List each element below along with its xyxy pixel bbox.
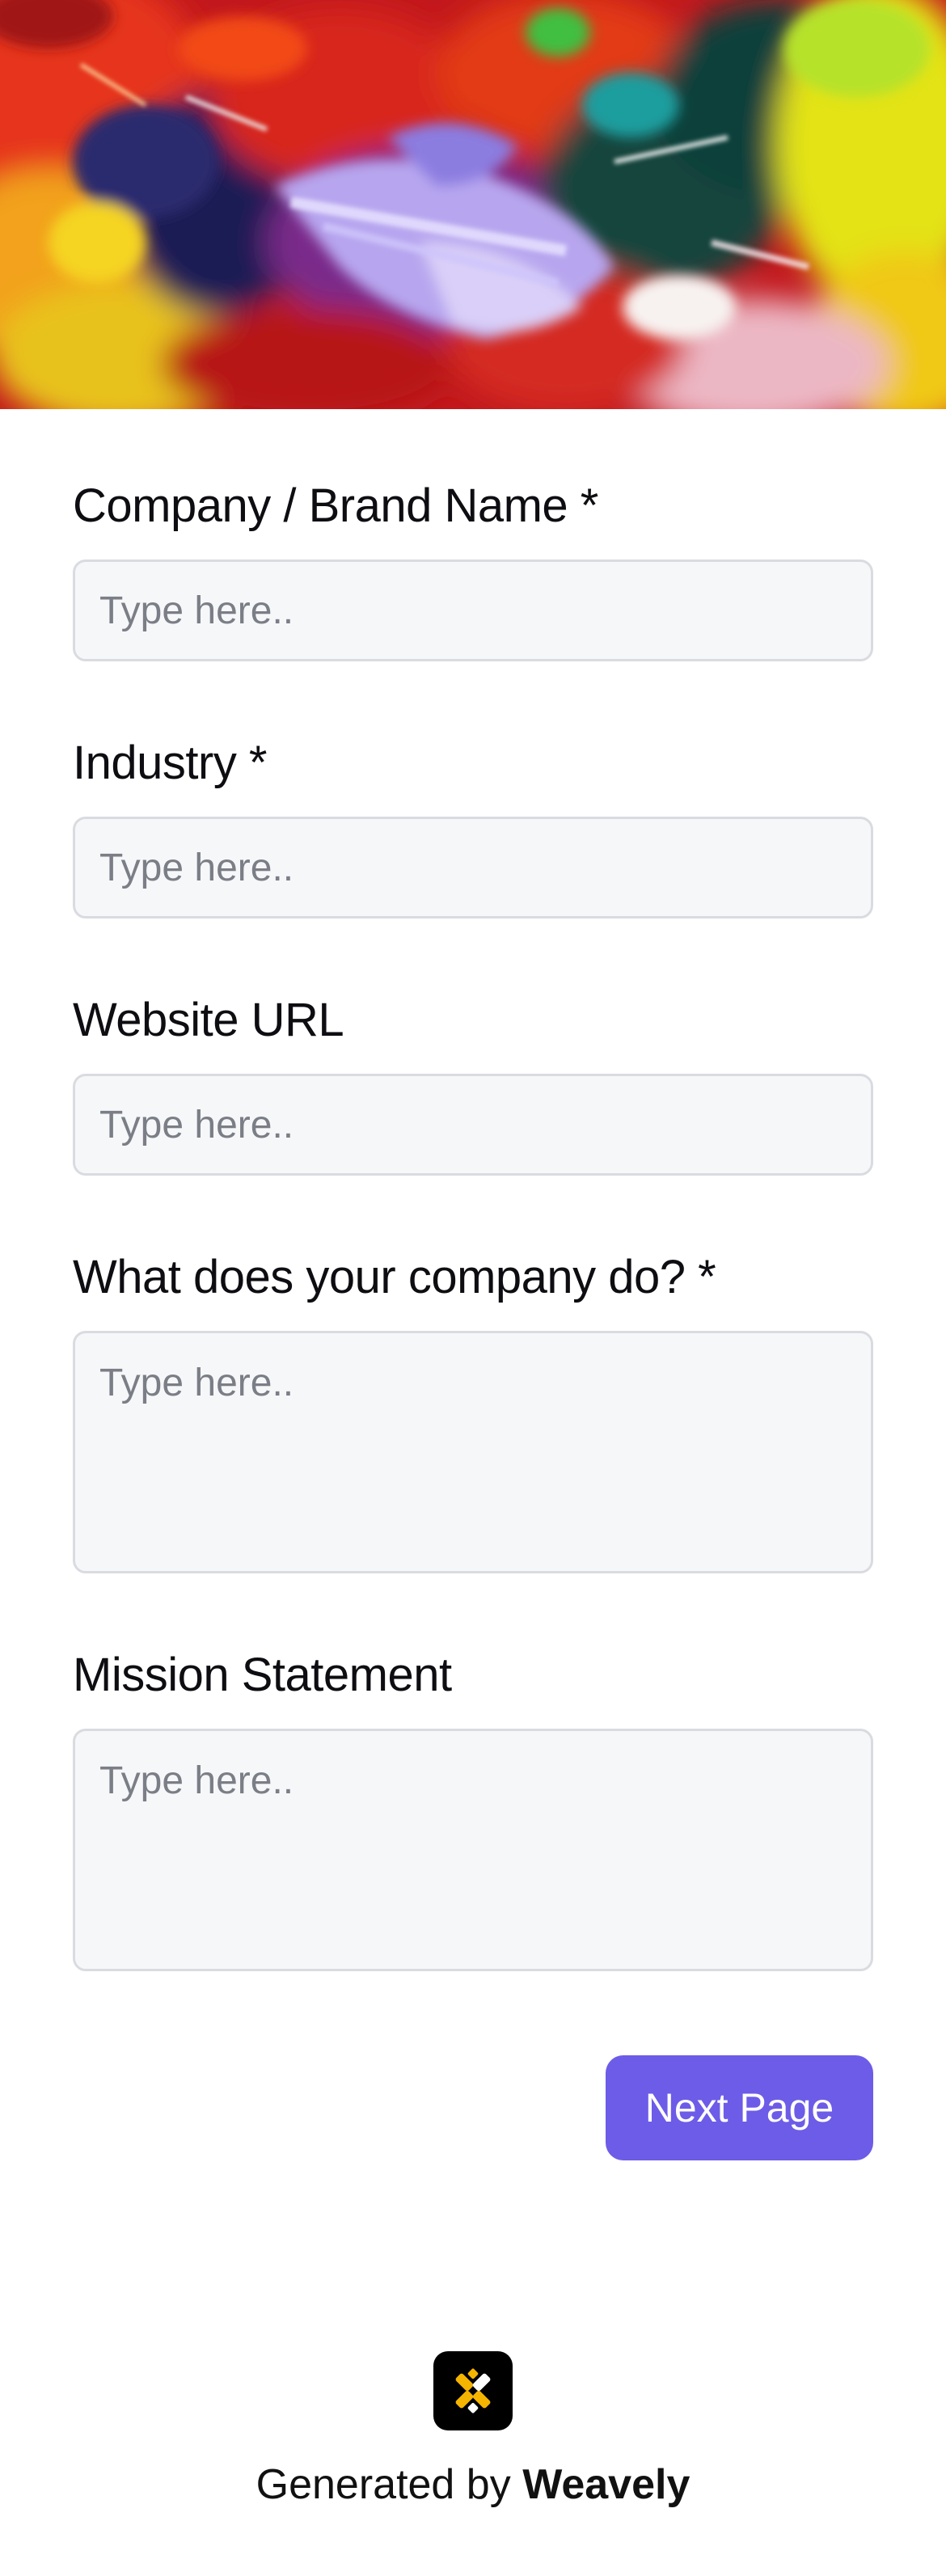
generated-by-text: Generated by Weavely (0, 2459, 946, 2511)
field-mission-statement: Mission Statement (73, 1646, 873, 1971)
generated-by-prefix: Generated by (256, 2461, 511, 2508)
paint-palette-artwork (0, 0, 946, 409)
hero-image (0, 0, 946, 409)
weavely-link[interactable]: Weavely (522, 2461, 690, 2508)
mission-statement-label: Mission Statement (73, 1649, 452, 1701)
weavely-logo-icon[interactable] (433, 2351, 513, 2430)
website-url-input[interactable] (73, 1074, 873, 1176)
form-actions: Next Page (606, 2055, 873, 2160)
company-info-form: Company / Brand Name * Industry * Websit… (73, 477, 873, 1971)
company-description-textarea[interactable] (73, 1331, 873, 1573)
company-description-label: What does your company do? * (73, 1251, 716, 1303)
field-website-url: Website URL (73, 991, 873, 1176)
industry-input[interactable] (73, 817, 873, 918)
website-url-label: Website URL (73, 994, 344, 1046)
field-company-name: Company / Brand Name * (73, 477, 873, 661)
company-name-label: Company / Brand Name * (73, 479, 598, 532)
industry-label: Industry * (73, 737, 268, 789)
footer: Generated by Weavely (0, 2351, 946, 2511)
field-industry: Industry * (73, 734, 873, 918)
mission-statement-textarea[interactable] (73, 1729, 873, 1971)
field-company-description: What does your company do? * (73, 1248, 873, 1573)
company-name-input[interactable] (73, 560, 873, 661)
form-page: Company / Brand Name * Industry * Websit… (0, 0, 946, 2576)
weavely-mark-icon (455, 2368, 491, 2413)
next-page-button[interactable]: Next Page (606, 2055, 873, 2160)
